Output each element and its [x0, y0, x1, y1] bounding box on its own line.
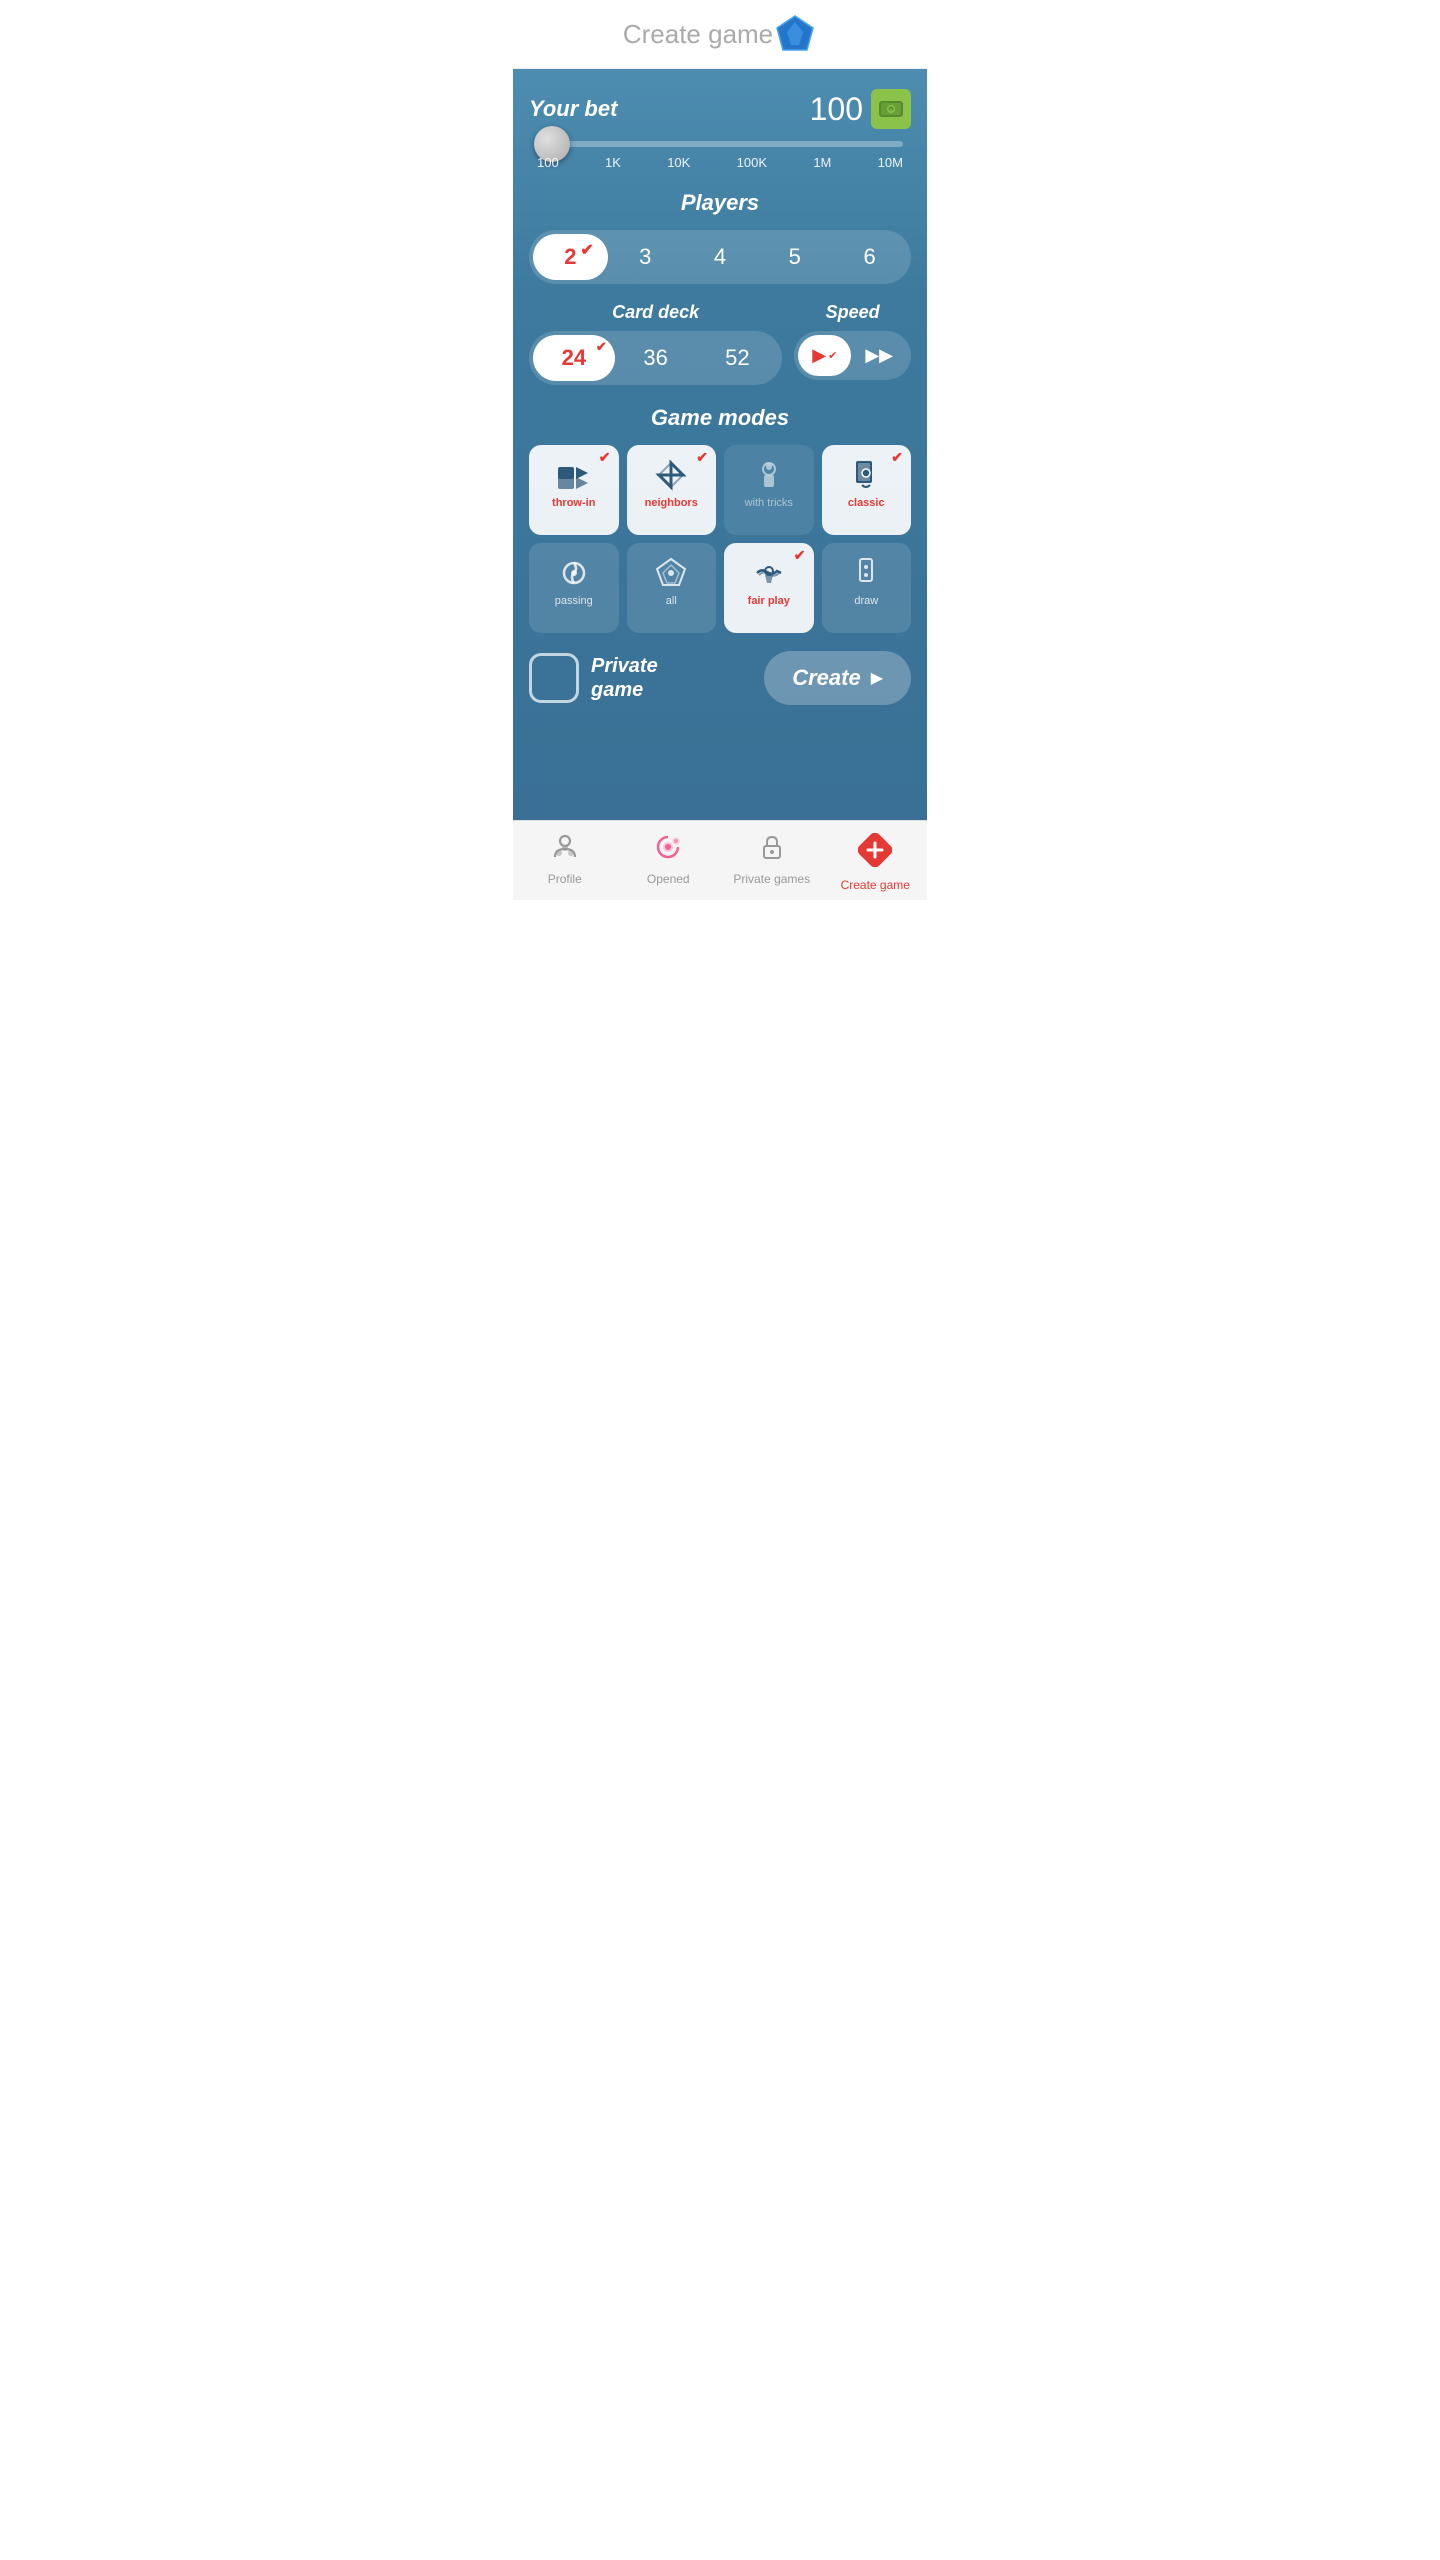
main-content: Your bet 100 $ 100 1K 10K 100K — [513, 69, 927, 820]
mode-classic-label: classic — [848, 497, 885, 509]
create-game-svg — [858, 833, 892, 867]
deck-option-24[interactable]: 24✔ — [533, 335, 615, 381]
gem-icon — [773, 12, 817, 56]
bet-value: 100 — [810, 91, 863, 128]
neighbors-icon — [653, 457, 689, 493]
bet-slider[interactable]: 100 1K 10K 100K 1M 10M — [529, 141, 911, 170]
game-modes-grid: throw-in neighbors with tricks — [529, 445, 911, 633]
bottom-action-row: Private game Create ▶ — [529, 651, 911, 705]
deck-option-52[interactable]: 52 — [697, 335, 779, 381]
card-deck-label: Card deck — [529, 302, 782, 323]
mode-draw-label: draw — [854, 595, 878, 607]
mode-throw-in[interactable]: throw-in — [529, 445, 619, 535]
bet-label: Your bet — [529, 96, 617, 122]
bet-value-row: 100 $ — [810, 89, 911, 129]
mode-neighbors-label: neighbors — [645, 497, 698, 509]
slider-label-1k: 1K — [605, 155, 621, 170]
nav-profile-label: Profile — [548, 872, 582, 886]
nav-create-game[interactable]: Create game — [824, 829, 928, 896]
opened-icon — [654, 833, 682, 868]
nav-opened-label: Opened — [647, 872, 690, 886]
slider-label-1m: 1M — [813, 155, 831, 170]
header: Create game — [513, 0, 927, 69]
opened-svg — [654, 833, 682, 861]
passing-icon — [556, 555, 592, 591]
throw-in-icon — [556, 457, 592, 493]
all-icon — [653, 555, 689, 591]
money-icon: $ — [871, 89, 911, 129]
player-option-4[interactable]: 4 — [683, 234, 758, 280]
nav-private-games-label: Private games — [733, 872, 810, 886]
mode-all[interactable]: all — [627, 543, 717, 633]
mode-neighbors[interactable]: neighbors — [627, 445, 717, 535]
deck-speed-row: Card deck 24✔ 36 52 Speed ▶✔ ▶▶ — [529, 302, 911, 385]
slider-label-10k: 10K — [667, 155, 690, 170]
speed-section: Speed ▶✔ ▶▶ — [794, 302, 911, 380]
slider-label-100: 100 — [537, 155, 559, 170]
mode-fair-play[interactable]: fair play — [724, 543, 814, 633]
create-button[interactable]: Create ▶ — [764, 651, 911, 705]
deck-option-36[interactable]: 36 — [615, 335, 697, 381]
player-option-3[interactable]: 3 — [608, 234, 683, 280]
mode-classic[interactable]: classic — [822, 445, 912, 535]
slider-label-100k: 100K — [737, 155, 767, 170]
with-tricks-icon — [751, 457, 787, 493]
private-game-checkbox[interactable] — [529, 653, 579, 703]
player-option-5[interactable]: 5 — [757, 234, 832, 280]
mode-with-tricks-label: with tricks — [745, 497, 793, 509]
nav-profile[interactable]: Profile — [513, 829, 617, 896]
player-option-2[interactable]: 2✔ — [533, 234, 608, 280]
player-option-6[interactable]: 6 — [832, 234, 907, 280]
speed-fast[interactable]: ▶▶ — [851, 335, 907, 376]
page-title: Create game — [623, 19, 773, 50]
slider-labels: 100 1K 10K 100K 1M 10M — [529, 155, 911, 170]
bottom-nav: Profile Opened Private games — [513, 820, 927, 900]
mode-throw-in-label: throw-in — [552, 497, 595, 509]
game-modes-title: Game modes — [529, 405, 911, 431]
profile-svg — [551, 833, 579, 861]
speed-selector: ▶✔ ▶▶ — [794, 331, 911, 380]
players-title: Players — [529, 190, 911, 216]
card-deck-section: Card deck 24✔ 36 52 — [529, 302, 782, 385]
mode-all-label: all — [666, 595, 677, 607]
create-game-icon — [858, 833, 892, 874]
mode-passing[interactable]: passing — [529, 543, 619, 633]
private-game-section: Private game — [529, 653, 658, 703]
profile-icon — [551, 833, 579, 868]
slider-label-10m: 10M — [878, 155, 903, 170]
nav-private-games[interactable]: Private games — [720, 829, 824, 896]
classic-icon — [848, 457, 884, 493]
bet-row: Your bet 100 $ — [529, 89, 911, 129]
private-games-icon — [758, 833, 786, 868]
mode-draw[interactable]: draw — [822, 543, 912, 633]
slider-track — [537, 141, 903, 147]
nav-opened[interactable]: Opened — [617, 829, 721, 896]
mode-with-tricks[interactable]: with tricks — [724, 445, 814, 535]
create-button-label: Create — [792, 665, 860, 691]
players-selector: 2✔ 3 4 5 6 — [529, 230, 911, 284]
deck-selector: 24✔ 36 52 — [529, 331, 782, 385]
mode-passing-label: passing — [555, 595, 593, 607]
fair-play-icon — [751, 555, 787, 591]
nav-create-game-label: Create game — [841, 878, 910, 892]
draw-icon — [848, 555, 884, 591]
money-svg: $ — [877, 95, 905, 123]
private-games-svg — [758, 833, 786, 861]
private-game-label: Private game — [591, 654, 658, 702]
speed-label: Speed — [794, 302, 911, 323]
create-button-arrow: ▶ — [871, 668, 883, 688]
mode-fair-play-label: fair play — [748, 595, 790, 607]
speed-normal[interactable]: ▶✔ — [798, 335, 851, 376]
